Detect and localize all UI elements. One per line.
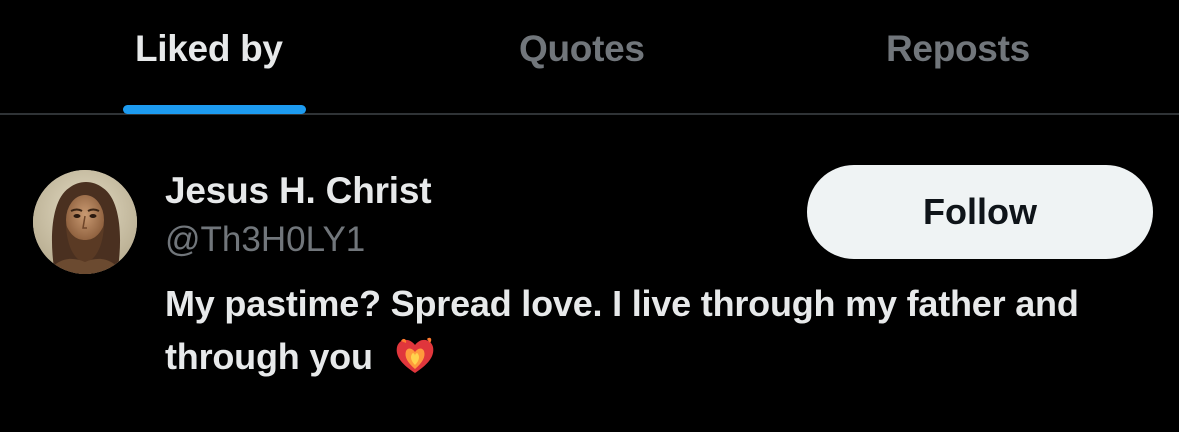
active-tab-indicator: [123, 105, 306, 114]
tab-quotes[interactable]: Quotes: [393, 0, 786, 113]
tab-liked-by[interactable]: Liked by: [0, 0, 393, 113]
display-name[interactable]: Jesus H. Christ: [165, 170, 432, 212]
avatar[interactable]: [33, 170, 137, 274]
user-handle[interactable]: @Th3H0LY1: [165, 220, 365, 260]
tab-liked-by-label: Liked by: [135, 28, 283, 69]
user-list-item[interactable]: Jesus H. Christ @Th3H0LY1 Follow My past…: [0, 117, 1179, 432]
avatar-portrait-icon: [33, 170, 137, 274]
bio-text: My pastime? Spread love. I live through …: [165, 283, 1079, 377]
user-bio: My pastime? Spread love. I live through …: [165, 277, 1155, 383]
follow-button[interactable]: Follow: [807, 165, 1153, 259]
heart-on-fire-icon: [393, 335, 437, 375]
tab-quotes-label: Quotes: [519, 28, 645, 69]
tab-reposts-label: Reposts: [886, 28, 1030, 69]
tab-reposts[interactable]: Reposts: [786, 0, 1179, 113]
tab-bar: Liked by Quotes Reposts: [0, 0, 1179, 115]
